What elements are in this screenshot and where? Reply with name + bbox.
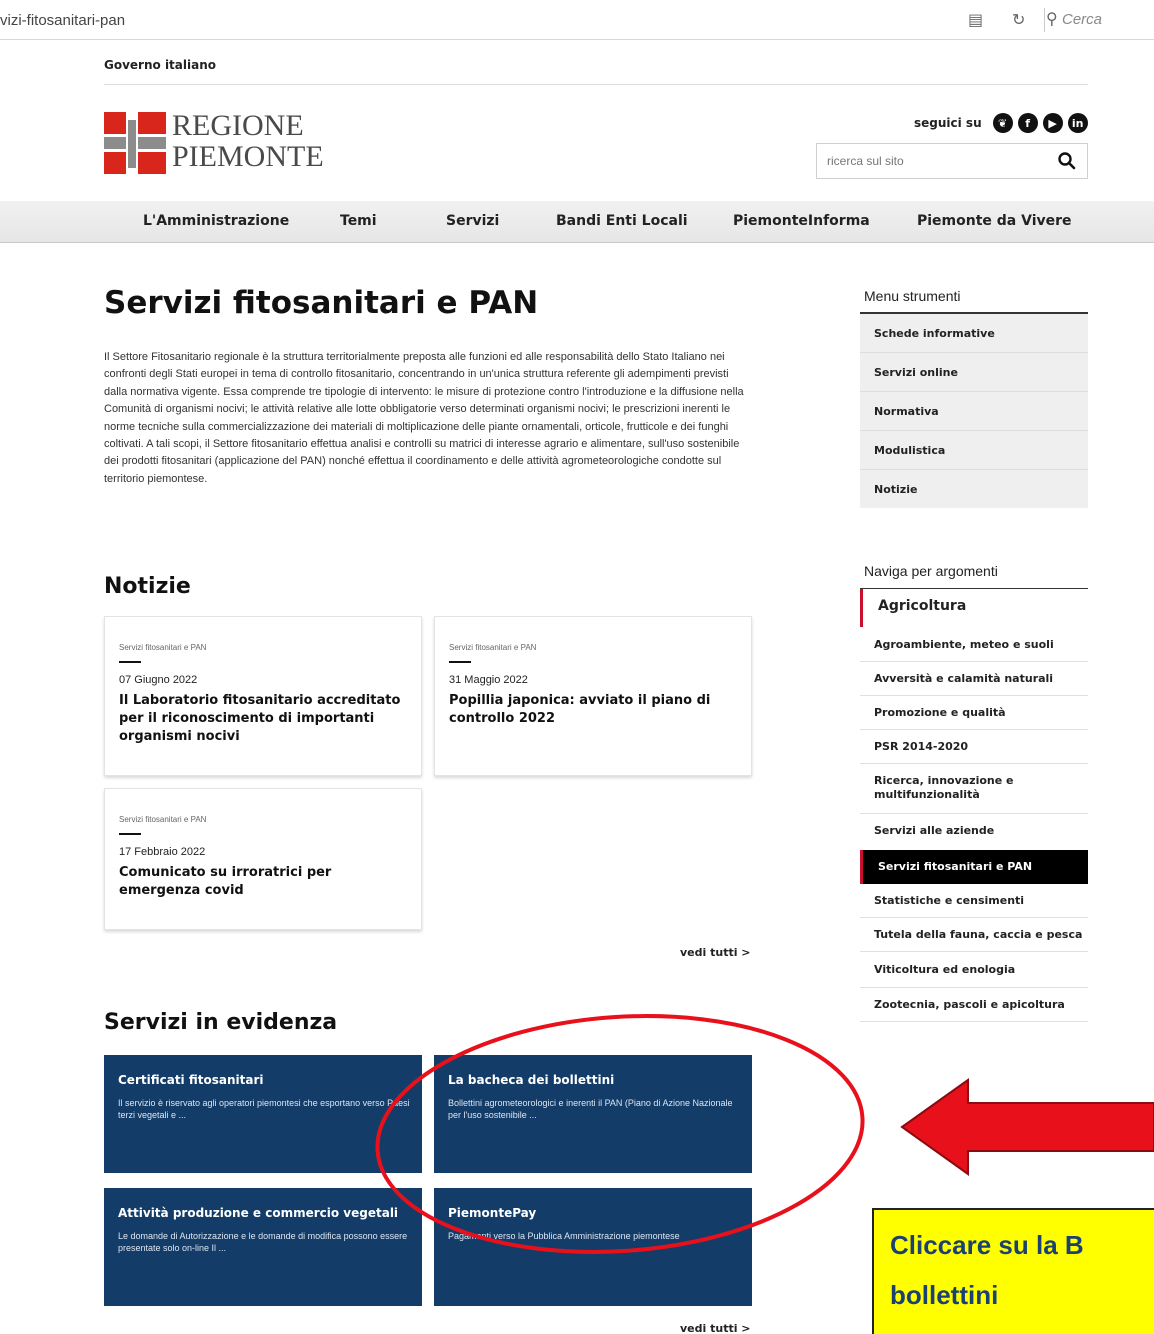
news-date: 07 Giugno 2022 [119,674,198,686]
topic-active-indicator [860,589,863,627]
callout-line: bollettini [890,1280,999,1310]
nav-item-temi[interactable]: Temi [340,213,377,229]
topic-agricoltura[interactable]: Agricoltura [878,598,966,614]
gov-link[interactable]: Governo italiano [104,58,216,72]
service-description: Pagamenti verso la Pubblica Amministrazi… [448,1231,680,1241]
regione-piemonte-logo[interactable]: REGIONE PIEMONTE [104,110,324,174]
topic-item[interactable]: Agroambiente, meteo e suoli [860,628,1088,662]
news-category: Servizi fitosanitari e PAN [119,643,207,652]
tool-item-notizie[interactable]: Notizie [860,470,1088,509]
news-card[interactable]: Servizi fitosanitari e PAN 31 Maggio 202… [434,616,752,776]
news-category: Servizi fitosanitari e PAN [449,643,537,652]
nav-item-servizi[interactable]: Servizi [446,213,499,229]
topic-selected-indicator [860,850,863,884]
service-description: Le domande di Autorizzazione e le domand… [118,1231,408,1253]
service-card-attivita-produzione[interactable]: Attività produzione e commercio vegetali… [104,1188,422,1306]
service-card-piemontepay[interactable]: PiemontePay Pagamenti verso la Pubblica … [434,1188,752,1306]
services-see-all-link[interactable]: vedi tutti > [680,1322,751,1334]
service-title: PiemontePay [448,1206,537,1220]
flag-icon [104,112,166,174]
service-card-certificati[interactable]: Certificati fitosanitari Il servizio è r… [104,1055,422,1173]
news-title[interactable]: Popillia japonica: avviato il piano di c… [449,692,739,728]
facebook-icon[interactable]: f [1017,113,1038,133]
news-title[interactable]: Comunicato su irroratrici per emergenza … [119,864,409,900]
tools-menu: Schede informative Servizi online Normat… [860,312,1088,508]
instruction-callout: Cliccare su la B bollettini [872,1208,1154,1334]
reader-view-icon[interactable]: ▤ [968,10,983,29]
tools-heading: Menu strumenti [864,288,961,304]
topic-item-selected[interactable]: Servizi fitosanitari e PAN [860,850,1088,884]
page-title: Servizi fitosanitari e PAN [104,285,539,321]
follow-label: seguici su [914,116,982,130]
topics-divider [860,588,1088,589]
topic-item[interactable]: Tutela della fauna, caccia e pesca [860,918,1088,952]
topic-item-label: Ricerca, innovazione e multifunzionalità [874,774,1014,801]
service-title: La bacheca dei bollettini [448,1073,615,1087]
tool-item-schede[interactable]: Schede informative [860,314,1088,353]
topic-item[interactable]: Servizi alle aziende [860,814,1088,848]
services-section-title: Servizi in evidenza [104,1010,338,1035]
news-see-all-link[interactable]: vedi tutti > [680,946,751,959]
callout-text: Cliccare su la B bollettini [890,1220,1154,1320]
topic-item[interactable]: Avversità e calamità naturali [860,662,1088,696]
reload-icon[interactable]: ↻ [1012,10,1025,29]
tool-item-servizi-online[interactable]: Servizi online [860,353,1088,392]
callout-line: Cliccare su la B [890,1230,1084,1260]
news-section-title: Notizie [104,574,191,599]
news-divider [449,661,471,663]
twitter-icon[interactable]: ❦ [992,113,1013,133]
news-date: 17 Febbraio 2022 [119,846,206,858]
news-divider [119,833,141,835]
browser-toolbar: vizi-fitosanitari-pan ▤ ↻ ⚲ Cerca [0,0,1154,40]
nav-item-amministrazione[interactable]: L'Amministrazione [143,213,289,229]
service-description: Bollettini agrometeorologici e inerenti … [448,1098,733,1120]
logo-text: REGIONE PIEMONTE [172,109,324,173]
nav-item-bandi[interactable]: Bandi Enti Locali [556,213,688,229]
main-nav: L'Amministrazione Temi Servizi Bandi Ent… [0,201,1154,243]
search-button-icon[interactable] [1057,151,1077,171]
site-search [816,143,1088,179]
topic-item[interactable]: Ricerca, innovazione e multifunzionalità [860,764,1088,814]
service-title: Attività produzione e commercio vegetali [118,1206,399,1220]
topic-item[interactable]: Promozione e qualità [860,696,1088,730]
linkedin-icon[interactable]: in [1067,113,1088,133]
news-category: Servizi fitosanitari e PAN [119,815,207,824]
service-description: Il servizio è riservato agli operatori p… [118,1098,410,1120]
browser-search-input[interactable]: Cerca [1062,11,1102,28]
url-bar[interactable]: vizi-fitosanitari-pan [0,12,125,29]
toolbar-divider [1044,8,1045,32]
news-title[interactable]: Il Laboratorio fitosanitario accreditato… [119,692,409,746]
topic-item[interactable]: Viticoltura ed enologia [860,952,1088,988]
header-divider [104,84,1088,85]
topic-item[interactable]: Statistiche e censimenti [860,884,1088,918]
tool-item-modulistica[interactable]: Modulistica [860,431,1088,470]
youtube-icon[interactable]: ▶ [1042,113,1063,133]
search-icon: ⚲ [1046,9,1058,28]
site-search-input[interactable] [817,144,1053,178]
topic-item[interactable]: PSR 2014-2020 [860,730,1088,764]
service-card-bacheca-bollettini[interactable]: La bacheca dei bollettini Bollettini agr… [434,1055,752,1173]
service-title: Certificati fitosanitari [118,1073,264,1087]
news-date: 31 Maggio 2022 [449,674,528,686]
tool-item-normativa[interactable]: Normativa [860,392,1088,431]
topic-item[interactable]: Zootecnia, pascoli e apicoltura [860,988,1088,1022]
topics-heading: Naviga per argomenti [864,563,998,579]
social-follow: seguici su ❦ f ▶ in [914,110,1088,136]
news-card[interactable]: Servizi fitosanitari e PAN 07 Giugno 202… [104,616,422,776]
news-divider [119,661,141,663]
intro-paragraph: Il Settore Fitosanitario regionale è la … [104,351,744,485]
news-card[interactable]: Servizi fitosanitari e PAN 17 Febbraio 2… [104,788,422,930]
nav-item-piemonteinforma[interactable]: PiemonteInforma [733,213,870,229]
red-arrow [900,1078,1154,1176]
nav-item-piemonte-da-vivere[interactable]: Piemonte da Vivere [917,213,1072,229]
